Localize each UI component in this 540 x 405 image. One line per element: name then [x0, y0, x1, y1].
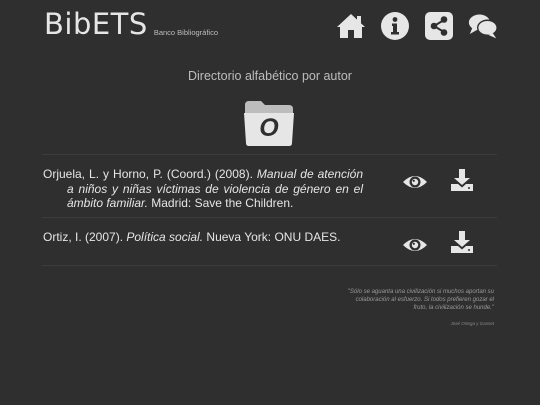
- citation-title: Política social.: [126, 230, 204, 244]
- info-icon: [381, 12, 409, 40]
- citation: Ortiz, I. (2007). Política social. Nueva…: [43, 230, 363, 245]
- home-button[interactable]: [336, 11, 366, 41]
- view-button[interactable]: [402, 172, 428, 192]
- brand-subtitle: Banco Bibliográfico: [153, 28, 219, 37]
- eye-icon: [403, 239, 427, 251]
- home-icon: [337, 14, 365, 38]
- citation-publisher: Madrid: Save the Children.: [147, 196, 294, 210]
- page-title: Directorio alfabético por autor: [188, 69, 352, 83]
- download-button[interactable]: [450, 168, 474, 192]
- download-icon: [451, 169, 473, 191]
- folder-letter-badge: O: [242, 99, 296, 147]
- citation-authors: Ortiz, I. (2007).: [43, 230, 127, 244]
- entries-list: Orjuela, L. y Horno, P. (Coord.) (2008).…: [42, 154, 497, 266]
- citation: Orjuela, L. y Horno, P. (Coord.) (2008).…: [43, 167, 363, 211]
- citation-authors: Orjuela, L. y Horno, P. (Coord.) (2008).: [43, 167, 257, 181]
- chat-icon: [468, 14, 498, 39]
- share-icon: [425, 12, 453, 40]
- footer-quote-author: José Ortega y Gasset: [450, 321, 494, 326]
- footer-quote: "Sólo se aguanta una civilización si muc…: [347, 289, 494, 311]
- chat-button[interactable]: [468, 11, 498, 41]
- logo[interactable]: BibETS Banco Bibliográfico: [44, 9, 218, 39]
- download-icon: [451, 231, 473, 253]
- list-item: Orjuela, L. y Horno, P. (Coord.) (2008).…: [42, 154, 497, 217]
- view-button[interactable]: [402, 235, 428, 255]
- brand-name: BibETS: [44, 7, 148, 41]
- header: BibETS Banco Bibliográfico: [0, 0, 540, 55]
- eye-icon: [403, 176, 427, 188]
- folder-letter: O: [259, 114, 279, 142]
- download-button[interactable]: [450, 230, 474, 254]
- share-button[interactable]: [424, 11, 454, 41]
- top-nav: [336, 11, 498, 41]
- info-button[interactable]: [380, 11, 410, 41]
- citation-publisher: Nueva York: ONU DAES.: [203, 230, 341, 244]
- list-item: Ortiz, I. (2007). Política social. Nueva…: [42, 217, 497, 265]
- divider: [42, 265, 497, 266]
